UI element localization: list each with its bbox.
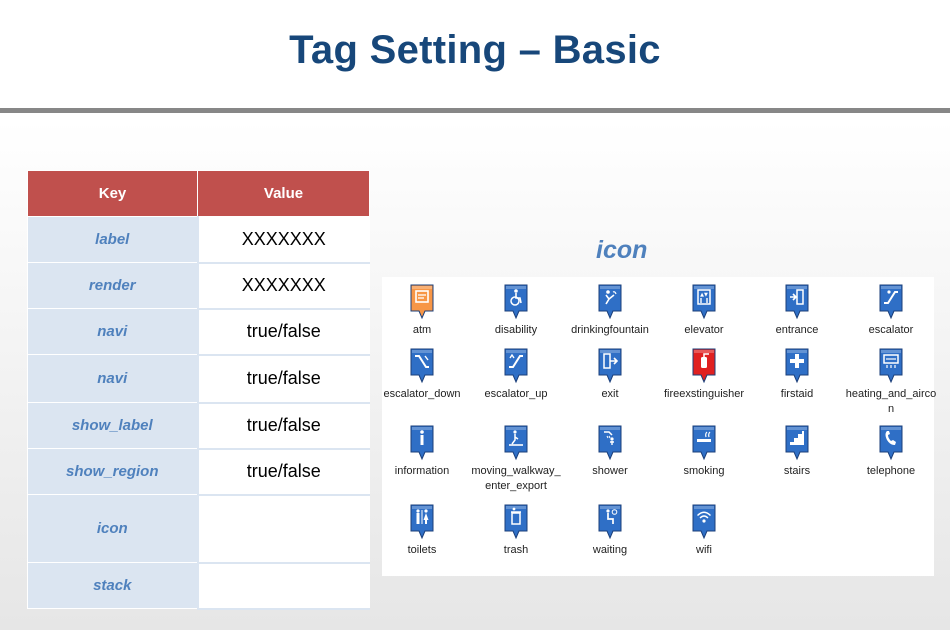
row-key: show_region <box>27 448 198 495</box>
row-key: label <box>27 216 198 263</box>
icon-item-toilets: toilets <box>375 503 469 558</box>
header-key: Key <box>27 170 198 217</box>
row-value: true/false <box>196 354 370 404</box>
icon-item-moving-walkway-enter-export: moving_walkway_enter_export <box>469 424 563 494</box>
information-icon <box>410 425 434 461</box>
tag-settings-table: Key Value label XXXXXXX render XXXXXXX n… <box>27 170 370 610</box>
icon-label: shower <box>592 465 628 477</box>
table-row: label XXXXXXX <box>27 216 370 264</box>
table-row: show_region true/false <box>27 448 370 496</box>
row-key: navi <box>27 354 198 403</box>
icon-label: smoking <box>683 465 725 477</box>
row-value: true/false <box>196 448 370 496</box>
row-value: XXXXXXX <box>196 216 370 264</box>
row-key: navi <box>27 308 198 355</box>
telephone-icon <box>879 425 903 461</box>
entrance-icon <box>785 284 809 320</box>
icon-item-disability: disability <box>469 283 563 338</box>
icon-item-information: information <box>375 424 469 479</box>
icon-label: stairs <box>783 465 811 477</box>
icon-label: moving_walkway_enter_export <box>471 465 561 492</box>
title-divider <box>0 108 950 113</box>
row-value: XXXXXXX <box>196 262 370 310</box>
escalator-up-icon <box>504 348 528 384</box>
icon-gallery: atm disability drinkingfountain ▲▼ elevator e… <box>382 277 936 576</box>
table-row: show_label true/false <box>27 402 370 450</box>
icon-label: entrance <box>775 324 819 336</box>
icon-item-heating-and-aircon: heating_and_aircon <box>844 347 938 417</box>
icon-label: elevator <box>684 324 724 336</box>
shower-icon <box>598 425 622 461</box>
icon-label: escalator_down <box>383 388 461 400</box>
header-value: Value <box>197 170 370 217</box>
table-row: icon <box>27 494 370 564</box>
icon-item-telephone: telephone <box>844 424 938 479</box>
icon-item-stairs: stairs <box>750 424 844 479</box>
fire-extinguisher-icon <box>692 348 716 384</box>
icon-label: atm <box>412 324 432 336</box>
row-key: show_label <box>27 402 198 449</box>
table-row: render XXXXXXX <box>27 262 370 310</box>
icon-label: drinkingfountain <box>571 324 649 336</box>
row-value: true/false <box>196 308 370 356</box>
row-key: render <box>27 262 198 309</box>
icon-label: telephone <box>866 465 916 477</box>
exit-icon <box>598 348 622 384</box>
row-key: icon <box>27 494 198 563</box>
first-aid-icon <box>785 348 809 384</box>
drinking-fountain-icon <box>598 284 622 320</box>
icon-label: exit <box>601 388 619 400</box>
page-title: Tag Setting – Basic <box>289 28 661 72</box>
icon-label: wifi <box>696 544 712 556</box>
icon-item-escalator-down: escalator_down <box>375 347 469 402</box>
heating-aircon-icon <box>879 348 903 384</box>
icon-item-elevator: ▲▼ elevator <box>657 283 751 338</box>
moving-walkway-icon <box>504 425 528 461</box>
icon-label: escalator <box>868 324 914 336</box>
icon-item-exit: exit <box>563 347 657 402</box>
icon-label: heating_and_aircon <box>845 388 937 415</box>
icon-section-heading: icon <box>596 236 648 264</box>
icon-item-drinkingfountain: drinkingfountain <box>563 283 657 338</box>
icon-item-entrance: entrance <box>750 283 844 338</box>
icon-item-fireexstinguisher: fireexstinguisher <box>657 347 751 402</box>
icon-label: fireexstinguisher <box>663 388 745 400</box>
waiting-icon <box>598 504 622 540</box>
icon-label: trash <box>503 544 529 556</box>
wifi-icon <box>692 504 716 540</box>
escalator-icon <box>879 284 903 320</box>
icon-label: waiting <box>592 544 628 556</box>
trash-icon <box>504 504 528 540</box>
icon-item-waiting: waiting <box>563 503 657 558</box>
table-header-row: Key Value <box>27 170 370 217</box>
row-value <box>196 494 370 564</box>
table-row: navi true/false <box>27 354 370 404</box>
wheelchair-icon <box>504 284 528 320</box>
atm-icon <box>410 284 434 320</box>
row-key: stack <box>27 562 198 609</box>
icon-item-shower: shower <box>563 424 657 479</box>
icon-label: toilets <box>407 544 437 556</box>
icon-label: information <box>394 465 450 477</box>
row-value <box>196 562 370 610</box>
icon-item-wifi: wifi <box>657 503 751 558</box>
table-row: navi true/false <box>27 308 370 356</box>
icon-item-atm: atm <box>375 283 469 338</box>
svg-text:▲▼: ▲▼ <box>700 292 708 298</box>
icon-label: escalator_up <box>484 388 548 400</box>
icon-label: disability <box>494 324 538 336</box>
icon-item-escalator-up: escalator_up <box>469 347 563 402</box>
escalator-down-icon <box>410 348 434 384</box>
icon-item-escalator: escalator <box>844 283 938 338</box>
icon-label: firstaid <box>780 388 814 400</box>
icon-item-smoking: smoking <box>657 424 751 479</box>
toilets-icon <box>410 504 434 540</box>
icon-item-firstaid: firstaid <box>750 347 844 402</box>
elevator-icon: ▲▼ <box>692 284 716 320</box>
table-row: stack <box>27 562 370 610</box>
icon-item-trash: trash <box>469 503 563 558</box>
stairs-icon <box>785 425 809 461</box>
row-value: true/false <box>196 402 370 450</box>
smoking-icon <box>692 425 716 461</box>
